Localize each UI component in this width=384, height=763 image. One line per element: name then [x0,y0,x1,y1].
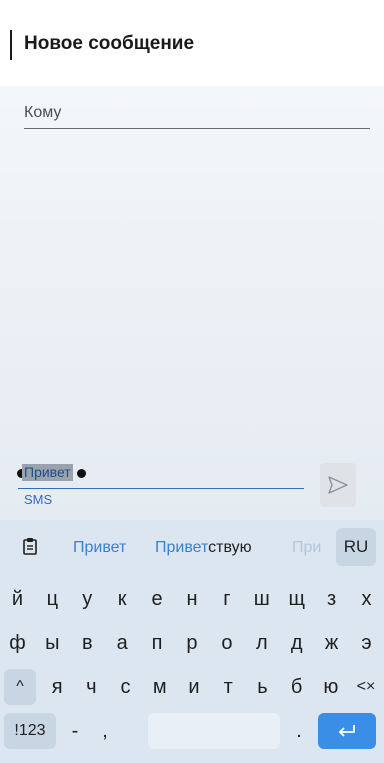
recipient-field[interactable]: Кому [24,104,370,129]
key-ы[interactable]: ы [35,621,70,665]
key-д[interactable]: д [279,621,314,665]
comma-key[interactable]: , [90,709,120,753]
page-title: Новое сообщение [24,33,195,54]
messages-app: Новое сообщение Кому Привет SMS [0,0,384,520]
key-х[interactable]: х [349,577,384,621]
send-icon [328,476,348,494]
key-т[interactable]: т [211,665,245,709]
key-row-2: фывапролджэ [0,621,384,665]
period-key[interactable]: . [284,709,314,753]
key-ц[interactable]: ц [35,577,70,621]
key-г[interactable]: г [209,577,244,621]
space-key[interactable] [148,713,280,749]
recipient-label: Кому [24,104,62,121]
key-э[interactable]: э [349,621,384,665]
key-у[interactable]: у [70,577,105,621]
key-щ[interactable]: щ [279,577,314,621]
shift-key[interactable]: ^ [4,669,36,705]
enter-icon [338,725,355,737]
key-я[interactable]: я [40,665,74,709]
suggestion-2-rest: ствую [208,539,252,556]
key-а[interactable]: а [105,621,140,665]
backspace-key[interactable]: <× [350,665,382,709]
enter-key[interactable] [318,713,376,749]
key-й[interactable]: й [0,577,35,621]
key-о[interactable]: о [209,621,244,665]
numbers-key[interactable]: !123 [4,713,56,749]
key-м[interactable]: м [143,665,177,709]
key-ш[interactable]: ш [244,577,279,621]
key-ч[interactable]: ч [74,665,108,709]
clipboard-icon [23,538,37,555]
language-button[interactable]: RU [336,528,376,566]
message-input[interactable]: Привет [17,458,304,489]
channel-label: SMS [24,492,53,507]
clipboard-button[interactable] [14,530,46,562]
key-р[interactable]: р [175,621,210,665]
header: Новое сообщение [0,0,384,86]
cursor-bar [10,30,12,60]
key-row-1: йцукенгшщзх [0,577,384,621]
key-ж[interactable]: ж [314,621,349,665]
key-ф[interactable]: ф [0,621,35,665]
key-в[interactable]: в [70,621,105,665]
selection-handle-end[interactable] [77,469,86,478]
send-button[interactable] [320,463,356,507]
key-л[interactable]: л [244,621,279,665]
key-row-4: !123 - , . [0,709,384,753]
key-б[interactable]: б [280,665,314,709]
key-з[interactable]: з [314,577,349,621]
key-ь[interactable]: ь [245,665,279,709]
dash-key[interactable]: - [60,709,90,753]
key-row-3: ^ <× ячсмитьбю [0,665,384,709]
suggestion-2-typed: Привет [155,539,209,556]
key-п[interactable]: п [140,621,175,665]
key-к[interactable]: к [105,577,140,621]
keyboard: Привет Приветствую При RU йцукенгшщзх фы… [0,520,384,763]
key-ю[interactable]: ю [314,665,348,709]
suggestion-2[interactable]: Приветствую [155,539,252,557]
suggestion-bar: Привет Приветствую При RU [0,520,384,572]
suggestion-1[interactable]: Привет [73,539,126,557]
key-и[interactable]: и [177,665,211,709]
key-с[interactable]: с [108,665,142,709]
key-н[interactable]: н [175,577,210,621]
selected-text: Привет [22,464,73,481]
suggestion-3[interactable]: При [292,539,321,557]
key-е[interactable]: е [140,577,175,621]
